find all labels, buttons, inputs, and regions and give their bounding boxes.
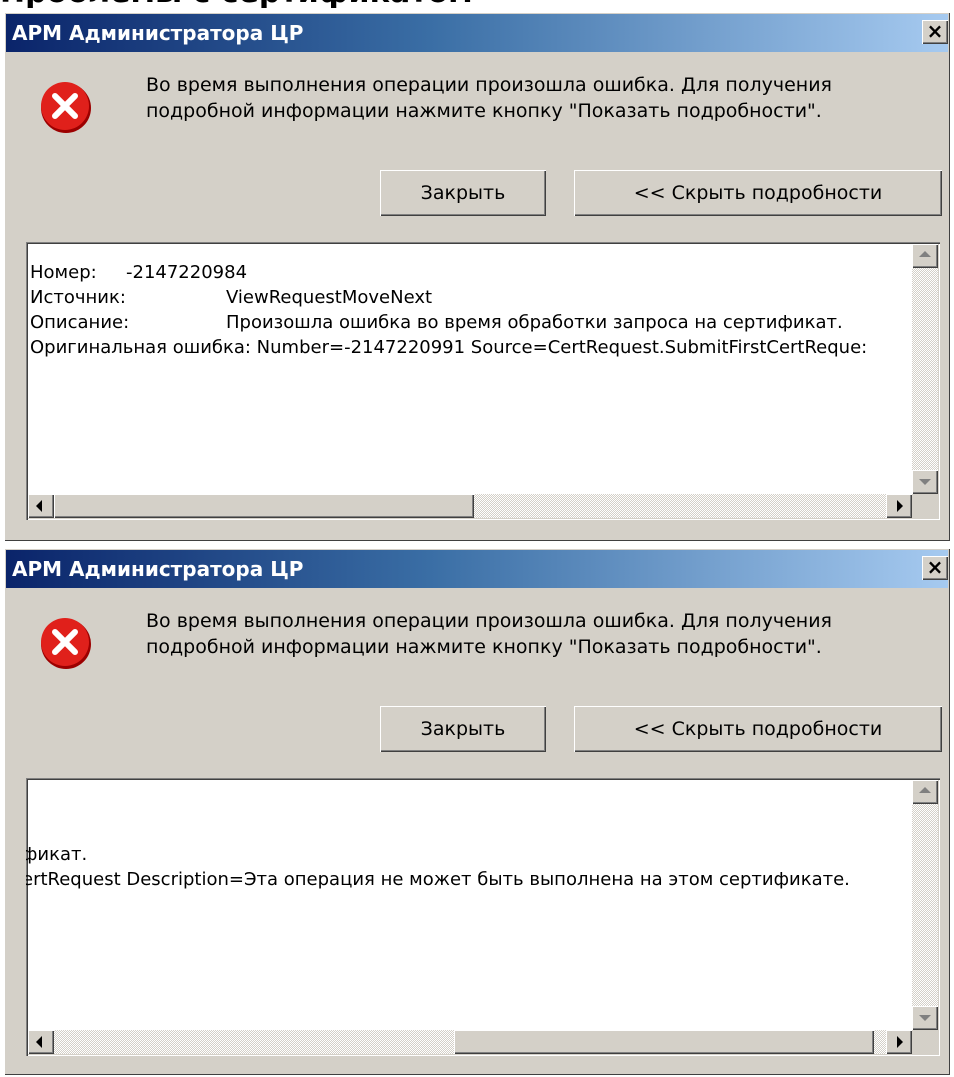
dialog-title: АРМ Администратора ЦР [12, 557, 304, 581]
scroll-up-button[interactable] [912, 244, 938, 268]
detail-value: Произошла ошибка во время обработки запр… [226, 312, 843, 333]
scroll-left-button[interactable] [28, 1030, 54, 1054]
detail-key: Источник: [30, 287, 126, 308]
scroll-right-button[interactable] [886, 1030, 912, 1054]
right-arrow-icon [897, 1036, 903, 1048]
down-arrow-icon [919, 1015, 931, 1021]
detail-value: ViewRequestMoveNext [226, 287, 433, 308]
details-content: Номер: -2147220984 Источник: ViewRequest… [30, 260, 867, 360]
detail-key: Описание: [30, 312, 130, 333]
detail-line: ertRequest Description=Эта операция не м… [26, 869, 850, 890]
dialog-titlebar[interactable]: АРМ Администратора ЦР × [6, 14, 948, 52]
dialog-titlebar[interactable]: АРМ Администратора ЦР × [6, 550, 948, 588]
detail-row-source: Источник: ViewRequestMoveNext [30, 285, 867, 310]
detail-row-number: Номер: -2147220984 [30, 260, 867, 285]
horizontal-scrollbar[interactable] [28, 494, 912, 518]
details-textbox[interactable]: Номер: -2147220984 Источник: ViewRequest… [26, 242, 940, 520]
detail-value: -2147220984 [126, 262, 248, 283]
close-button[interactable]: Закрыть [380, 706, 546, 752]
down-arrow-icon [919, 479, 931, 485]
details-content-scrolled: фикат. ertRequest Description=Эта операц… [26, 842, 850, 892]
page-heading: Проблемы с сертификатом [0, 0, 954, 8]
close-button[interactable]: Закрыть [380, 170, 546, 216]
detail-row-original-error: Оригинальная ошибка: Number=-2147220991 … [30, 337, 868, 358]
dialog-title: АРМ Администратора ЦР [12, 21, 304, 45]
error-dialog-scrolled: АРМ Администратора ЦР × Во время выполне… [4, 548, 950, 1075]
scrollbar-corner [912, 494, 938, 518]
detail-line: фикат. [26, 844, 88, 865]
error-icon [41, 82, 91, 133]
scroll-right-button[interactable] [886, 494, 912, 518]
vertical-scrollbar[interactable] [912, 244, 938, 494]
right-arrow-icon [897, 500, 903, 512]
hide-details-button[interactable]: << Скрыть подробности [574, 706, 942, 752]
horizontal-scroll-thumb[interactable] [454, 1030, 874, 1054]
error-icon [41, 618, 91, 669]
horizontal-scrollbar[interactable] [28, 1030, 912, 1054]
close-window-button[interactable]: × [922, 556, 948, 580]
vertical-scrollbar[interactable] [912, 780, 938, 1030]
left-arrow-icon [36, 500, 42, 512]
error-message: Во время выполнения операции произошла о… [146, 610, 832, 658]
scroll-down-button[interactable] [912, 1006, 938, 1030]
detail-key: Номер: [30, 262, 97, 283]
close-window-button[interactable]: × [922, 20, 948, 44]
details-textbox[interactable]: фикат. ertRequest Description=Эта операц… [26, 778, 940, 1056]
up-arrow-icon [919, 787, 931, 793]
left-arrow-icon [36, 1036, 42, 1048]
horizontal-scroll-thumb[interactable] [54, 494, 474, 518]
scrollbar-corner [912, 1030, 938, 1054]
scroll-up-button[interactable] [912, 780, 938, 804]
detail-row-description: Описание: Произошла ошибка во время обра… [30, 310, 867, 335]
hide-details-button[interactable]: << Скрыть подробности [574, 170, 942, 216]
scroll-down-button[interactable] [912, 470, 938, 494]
up-arrow-icon [919, 251, 931, 257]
error-message: Во время выполнения операции произошла о… [146, 74, 832, 122]
scroll-left-button[interactable] [28, 494, 54, 518]
error-dialog: АРМ Администратора ЦР × Во время выполне… [4, 12, 950, 541]
